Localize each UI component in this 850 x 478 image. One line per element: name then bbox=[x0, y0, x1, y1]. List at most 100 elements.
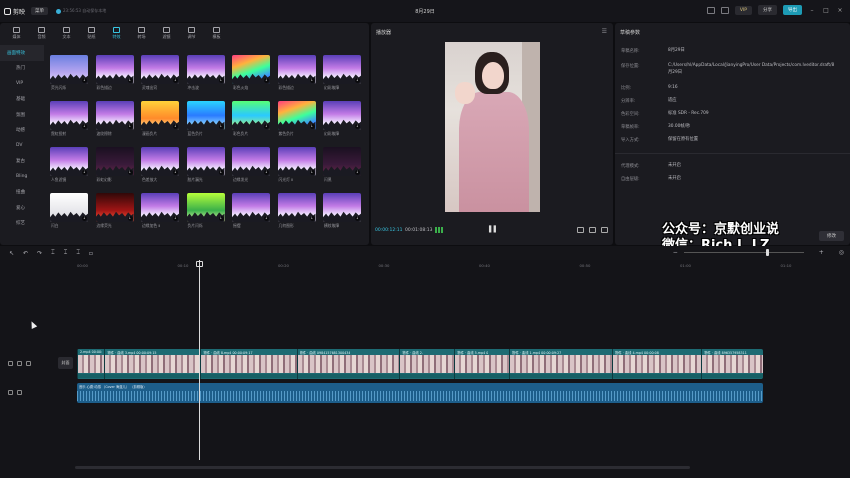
tab-filter[interactable]: 滤镜 bbox=[154, 23, 179, 43]
video-clip[interactable]: 物件 · 曲线 3.mp4 00:00:09:15 bbox=[104, 349, 201, 379]
download-icon[interactable]: ↓ bbox=[218, 170, 224, 175]
video-clip[interactable]: 物件 · 曲线 1.mp4 00:00:09:27 bbox=[509, 349, 613, 379]
category-item[interactable]: 画面特效 bbox=[0, 45, 44, 61]
mute-icon[interactable] bbox=[17, 390, 22, 395]
effect-tile[interactable]: ↓ 摇摆 bbox=[232, 193, 270, 228]
effect-tile[interactable]: ↓ 彩色描边 bbox=[95, 55, 134, 90]
timeline-scrollbar[interactable] bbox=[75, 466, 690, 469]
tab-template[interactable]: 模板 bbox=[204, 23, 229, 43]
category-item[interactable]: 基础 bbox=[0, 92, 44, 108]
effect-tile[interactable]: ↓ 边缘荧光 bbox=[95, 193, 134, 228]
video-clip[interactable]: 物件 · 曲线 4.mp4 00:00:08 bbox=[612, 349, 702, 379]
tab-media[interactable]: 媒体 bbox=[4, 23, 29, 43]
category-item[interactable]: 爱心 bbox=[0, 200, 44, 216]
video-clip[interactable]: 物件 · 曲线 5.mp4 0 bbox=[454, 349, 510, 379]
zoom-slider[interactable] bbox=[683, 249, 804, 256]
effect-tile[interactable]: ↓ 波纹擦除 bbox=[95, 101, 134, 136]
play-pause-button[interactable]: ▌▌ bbox=[489, 226, 498, 233]
close-icon[interactable]: × bbox=[836, 7, 844, 14]
download-icon[interactable]: ↓ bbox=[264, 216, 269, 221]
category-item[interactable]: 氛围 bbox=[0, 107, 44, 123]
category-item[interactable]: VIP bbox=[0, 76, 44, 92]
download-icon[interactable]: ↓ bbox=[264, 124, 269, 129]
download-icon[interactable]: ↓ bbox=[355, 216, 360, 221]
ratio-icon[interactable] bbox=[589, 227, 596, 233]
download-icon[interactable]: ↓ bbox=[82, 124, 87, 129]
lock-icon[interactable] bbox=[8, 361, 13, 366]
effect-tile[interactable]: ↓ 色差放大 bbox=[141, 147, 179, 182]
edit-button[interactable]: 修改 bbox=[819, 231, 844, 241]
fullscreen-icon[interactable] bbox=[601, 227, 608, 233]
tab-adjust[interactable]: 调节 bbox=[179, 23, 204, 43]
download-icon[interactable]: ↓ bbox=[82, 170, 87, 175]
menu-button[interactable]: 菜单 bbox=[31, 7, 49, 15]
category-item[interactable]: 综艺 bbox=[0, 216, 44, 232]
effect-tile[interactable]: ↓ 横纹故障 bbox=[323, 193, 361, 228]
effect-tile[interactable]: ↓ 闪黑 bbox=[323, 147, 361, 182]
category-item[interactable]: DV bbox=[0, 138, 44, 154]
zoom-out-icon[interactable]: − bbox=[673, 249, 678, 256]
maximize-icon[interactable]: □ bbox=[822, 7, 830, 14]
download-icon[interactable]: ↓ bbox=[127, 78, 133, 83]
download-icon[interactable]: ↓ bbox=[218, 216, 224, 221]
fit-icon[interactable]: ◎ bbox=[839, 249, 844, 256]
effect-tile[interactable]: ↓ 闪白 bbox=[50, 193, 88, 228]
menu-icon[interactable]: ☰ bbox=[602, 28, 607, 35]
shortcut-icon[interactable] bbox=[706, 6, 715, 14]
zoom-slider-knob[interactable] bbox=[765, 249, 769, 256]
video-clip[interactable]: 物件 · 曲线 2. bbox=[399, 349, 455, 379]
download-icon[interactable]: ↓ bbox=[127, 216, 133, 221]
video-clip[interactable]: 2.mp4 00:00: bbox=[77, 349, 105, 379]
cover-button[interactable]: 封面 bbox=[58, 357, 73, 369]
vip-button[interactable]: VIP bbox=[734, 5, 752, 15]
minimize-icon[interactable]: – bbox=[808, 7, 816, 14]
effect-tile[interactable]: ↓ 负片闪烁 bbox=[186, 193, 225, 228]
video-clip[interactable]: 物件 · 曲线 0984157681300434 bbox=[296, 349, 400, 379]
effect-tile[interactable]: ↓ 彩色火焰 bbox=[232, 55, 270, 90]
trim-left-icon[interactable]: ⌶ bbox=[64, 249, 68, 257]
category-item[interactable]: 热门 bbox=[0, 61, 44, 77]
effect-tile[interactable]: ↓ 霓虹投射 bbox=[50, 101, 88, 136]
trim-right-icon[interactable]: ⌶ bbox=[76, 249, 80, 257]
download-icon[interactable]: ↓ bbox=[127, 170, 133, 175]
video-clip[interactable]: 物件 · 曲线 8.mp4 00:00:09:17 bbox=[200, 349, 297, 379]
download-icon[interactable]: ↓ bbox=[173, 78, 178, 83]
download-icon[interactable]: ↓ bbox=[218, 78, 224, 83]
download-icon[interactable]: ↓ bbox=[173, 124, 178, 129]
download-icon[interactable]: ↓ bbox=[173, 216, 178, 221]
download-icon[interactable]: ↓ bbox=[355, 124, 360, 129]
delete-icon[interactable]: ▫ bbox=[89, 250, 93, 257]
category-item[interactable]: Bling bbox=[0, 169, 44, 185]
download-icon[interactable]: ↓ bbox=[218, 124, 224, 129]
download-icon[interactable]: ↓ bbox=[309, 170, 315, 175]
download-icon[interactable]: ↓ bbox=[173, 170, 178, 175]
download-icon[interactable]: ↓ bbox=[355, 170, 360, 175]
effect-tile[interactable]: ↓ 闪光灯 Ⅱ bbox=[277, 147, 316, 182]
effect-tile[interactable]: ↓ 蓝色负片 bbox=[186, 101, 225, 136]
download-icon[interactable]: ↓ bbox=[309, 216, 315, 221]
tab-effects[interactable]: 特效 bbox=[104, 23, 129, 43]
export-button[interactable]: 导出 bbox=[783, 5, 802, 15]
layout-icon[interactable] bbox=[720, 6, 729, 14]
effect-tile[interactable]: ↓ 彩色负片 bbox=[232, 101, 270, 136]
download-icon[interactable]: ↓ bbox=[127, 124, 133, 129]
undo-icon[interactable]: ↶ bbox=[23, 250, 28, 257]
download-icon[interactable]: ↓ bbox=[82, 78, 87, 83]
effect-tile[interactable]: ↓ 人鱼滤镜 bbox=[50, 147, 88, 182]
effect-tile[interactable]: ↓ 冲击波 bbox=[186, 55, 225, 90]
select-tool-icon[interactable]: ↖ bbox=[9, 250, 14, 257]
effect-tile[interactable]: ↓ 边缘发光 bbox=[232, 147, 270, 182]
category-item[interactable]: 动感 bbox=[0, 123, 44, 139]
download-icon[interactable]: ↓ bbox=[355, 78, 360, 83]
lock-icon[interactable] bbox=[8, 390, 13, 395]
split-icon[interactable]: ⌶ bbox=[51, 249, 55, 257]
effect-tile[interactable]: ↓ 漫画负片 bbox=[141, 101, 179, 136]
category-item[interactable]: 扭曲 bbox=[0, 185, 44, 201]
effect-tile[interactable]: ↓ 彩虹幻影 bbox=[95, 147, 134, 182]
video-preview[interactable] bbox=[445, 42, 540, 212]
download-icon[interactable]: ↓ bbox=[309, 78, 315, 83]
effect-tile[interactable]: ↓ 几何图形 bbox=[277, 193, 316, 228]
share-button[interactable]: 分享 bbox=[758, 5, 777, 15]
download-icon[interactable]: ↓ bbox=[264, 170, 269, 175]
effect-tile[interactable]: ↓ 紫色负片 bbox=[277, 101, 316, 136]
